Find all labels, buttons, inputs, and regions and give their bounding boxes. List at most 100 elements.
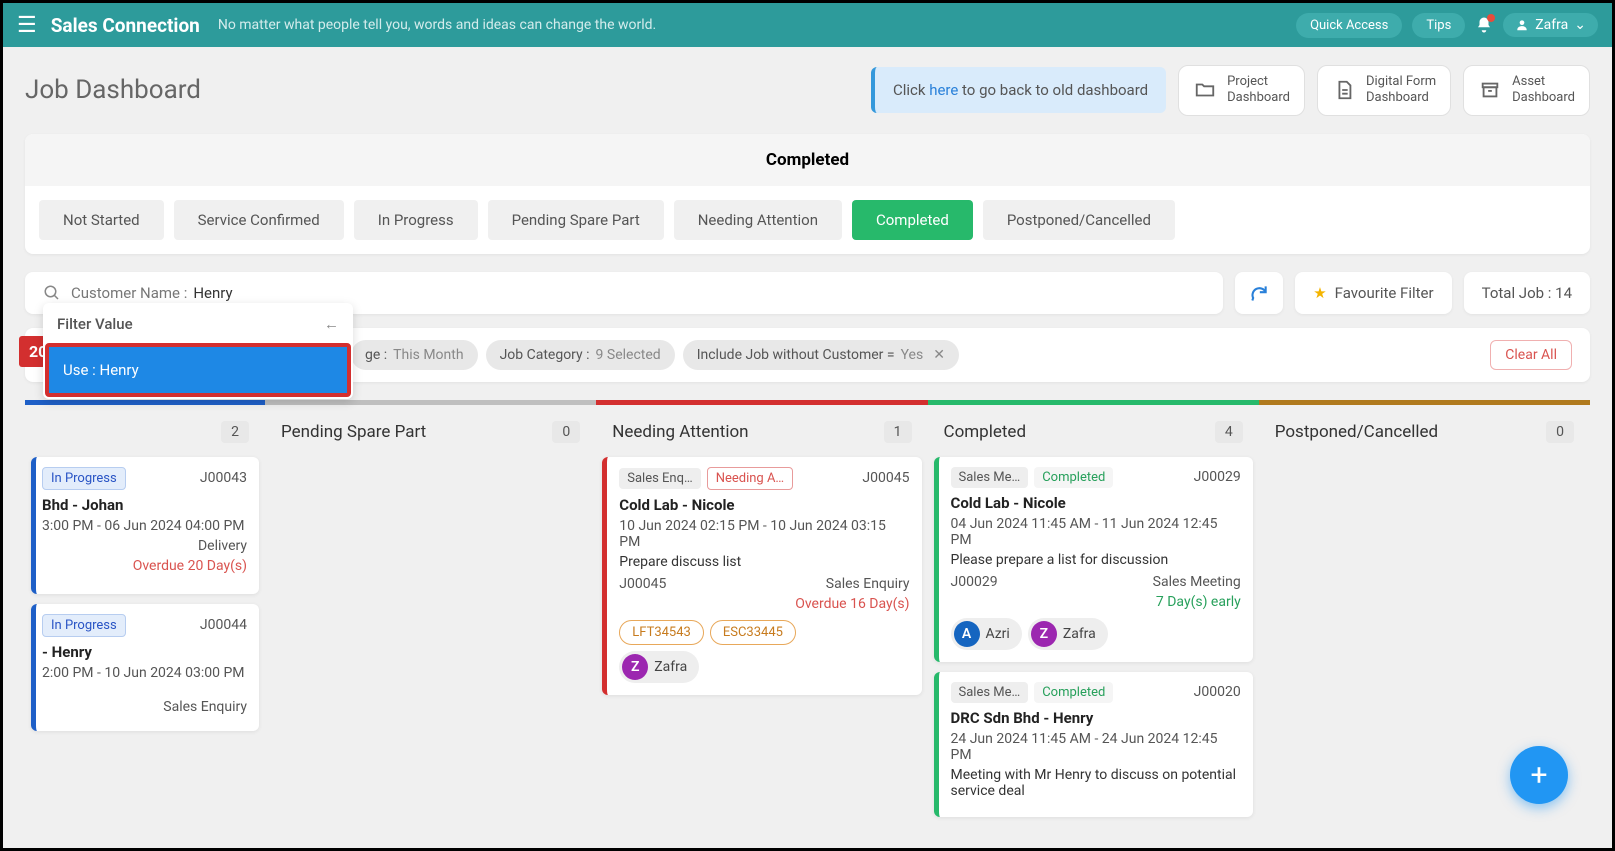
column-completed: Completed 4 Sales Me… Completed J00029 C… — [928, 400, 1259, 827]
tab-not-started[interactable]: Not Started — [39, 200, 164, 240]
column-count: 0 — [1546, 421, 1574, 443]
column-count: 1 — [884, 421, 912, 443]
arrow-left-icon[interactable]: ← — [324, 315, 339, 333]
archive-icon — [1478, 78, 1502, 102]
brand-title: Sales Connection — [51, 14, 200, 37]
assignee-chip[interactable]: ZZafra — [1028, 618, 1108, 650]
bell-icon[interactable] — [1475, 16, 1493, 34]
column-needing-attention: Needing Attention 1 Sales Enq… Needing A… — [596, 400, 927, 827]
card-title: Cold Lab - Nicole — [951, 494, 1241, 512]
column-count: 4 — [1215, 421, 1243, 443]
avatar: Z — [622, 654, 648, 680]
menu-icon[interactable]: ☰ — [17, 13, 37, 38]
page-title: Job Dashboard — [25, 75, 201, 105]
tab-pending-spare-part[interactable]: Pending Spare Part — [488, 200, 664, 240]
column-pending-spare-part: Pending Spare Part 0 — [265, 400, 596, 827]
close-icon[interactable]: ✕ — [933, 347, 945, 363]
card-desc: Meeting with Mr Henry to discuss on pote… — [951, 767, 1241, 799]
project-dashboard-button[interactable]: ProjectDashboard — [1178, 65, 1305, 116]
digital-form-dashboard-button[interactable]: Digital FormDashboard — [1317, 65, 1451, 116]
refresh-button[interactable] — [1235, 272, 1283, 314]
card-time: 24 Jun 2024 11:45 AM - 24 Jun 2024 12:45… — [951, 731, 1241, 763]
filter-dropdown-item[interactable]: Use : Henry — [49, 347, 347, 393]
tab-completed[interactable]: Completed — [852, 200, 973, 240]
search-icon — [43, 284, 61, 302]
category-tag: Sales Me… — [951, 467, 1029, 488]
column-count: 2 — [221, 421, 249, 443]
job-card[interactable]: In Progress J00044 - Henry 2:00 PM - 10 … — [31, 604, 259, 731]
status-tag: In Progress — [42, 614, 126, 637]
asset-pill[interactable]: ESC33445 — [710, 620, 796, 645]
card-title: Cold Lab - Nicole — [619, 496, 909, 514]
plus-icon: + — [1530, 758, 1547, 793]
old-dashboard-banner: Click here to go back to old dashboard — [871, 67, 1166, 113]
clear-all-button[interactable]: Clear All — [1490, 340, 1572, 370]
avatar: A — [954, 621, 980, 647]
card-desc: Please prepare a list for discussion — [951, 552, 1241, 568]
job-card[interactable]: Sales Enq… Needing A… J00045 Cold Lab - … — [602, 457, 921, 695]
job-id: J00043 — [200, 470, 247, 486]
column-title: Pending Spare Part — [281, 422, 426, 442]
card-time: 10 Jun 2024 02:15 PM - 10 Jun 2024 03:15… — [619, 518, 909, 550]
asset-dashboard-button[interactable]: AssetDashboard — [1463, 65, 1590, 116]
tab-postponed-cancelled[interactable]: Postponed/Cancelled — [983, 200, 1175, 240]
card-time: 2:00 PM - 10 Jun 2024 03:00 PM — [42, 665, 247, 681]
card-desc: Prepare discuss list — [619, 554, 909, 570]
old-dashboard-link[interactable]: here — [929, 81, 958, 99]
status-tabs: Not Started Service Confirmed In Progres… — [25, 186, 1590, 240]
category-tag: Sales Me… — [951, 682, 1029, 703]
card-status: Overdue 20 Day(s) — [42, 558, 247, 574]
card-type: Sales Meeting — [1153, 574, 1241, 590]
card-time: 3:00 PM - 06 Jun 2024 04:00 PM — [42, 518, 247, 534]
card-type: Sales Enquiry — [163, 699, 247, 715]
top-bar: ☰ Sales Connection No matter what people… — [3, 3, 1612, 47]
job-id: J00020 — [1194, 684, 1241, 700]
status-tag: Needing A… — [707, 467, 793, 490]
assignee-chip[interactable]: AAzri — [951, 618, 1022, 650]
job-card[interactable]: Sales Me… Completed J00029 Cold Lab - Ni… — [934, 457, 1253, 662]
search-value: Henry — [193, 284, 232, 302]
favourite-filter-button[interactable]: ★ Favourite Filter — [1295, 272, 1451, 314]
job-card[interactable]: In Progress J00043 Bhd - Johan 3:00 PM -… — [31, 457, 259, 594]
card-type: Sales Enquiry — [826, 576, 910, 592]
filter-chip-category[interactable]: Job Category : 9 Selected — [486, 340, 675, 370]
tab-in-progress[interactable]: In Progress — [354, 200, 478, 240]
quick-access-button[interactable]: Quick Access — [1296, 13, 1402, 38]
card-type: Delivery — [198, 538, 247, 554]
column-in-progress: 2 In Progress J00043 Bhd - Johan 3:00 PM… — [25, 400, 265, 827]
status-tag: Completed — [1034, 682, 1113, 703]
job-id: J00045 — [862, 470, 909, 486]
card-title: Bhd - Johan — [42, 496, 247, 514]
user-menu[interactable]: Zafra ⌄ — [1503, 13, 1598, 37]
job-card[interactable]: Sales Me… Completed J00020 DRC Sdn Bhd -… — [934, 672, 1253, 817]
panel-title: Completed — [25, 134, 1590, 186]
tab-service-confirmed[interactable]: Service Confirmed — [174, 200, 344, 240]
tips-button[interactable]: Tips — [1412, 13, 1465, 38]
column-title: Postponed/Cancelled — [1275, 422, 1438, 442]
card-title: DRC Sdn Bhd - Henry — [951, 709, 1241, 727]
refresh-icon — [1249, 283, 1269, 303]
avatar: Z — [1031, 621, 1057, 647]
asset-pill[interactable]: LFT34543 — [619, 620, 704, 645]
column-title: Needing Attention — [612, 422, 748, 442]
kanban-board: 2 In Progress J00043 Bhd - Johan 3:00 PM… — [25, 400, 1590, 827]
chevron-down-icon: ⌄ — [1574, 17, 1586, 33]
filter-chip-include[interactable]: Include Job without Customer = Yes✕ — [683, 340, 959, 370]
card-job2: J00045 — [619, 576, 666, 592]
filter-chip-range[interactable]: ge : This Month — [351, 340, 478, 370]
search-label: Customer Name : — [71, 284, 187, 302]
card-job2: J00029 — [951, 574, 998, 590]
add-job-fab[interactable]: + — [1510, 746, 1568, 804]
card-time: 04 Jun 2024 11:45 AM - 11 Jun 2024 12:45… — [951, 516, 1241, 548]
filter-dropdown-title: Filter Value — [57, 315, 133, 333]
card-status: Overdue 16 Day(s) — [619, 596, 909, 612]
folder-icon — [1193, 78, 1217, 102]
tab-needing-attention[interactable]: Needing Attention — [674, 200, 842, 240]
status-panel: Completed Not Started Service Confirmed … — [25, 134, 1590, 254]
user-icon — [1515, 18, 1529, 32]
status-tag: In Progress — [42, 467, 126, 490]
assignee-chip[interactable]: ZZafra — [619, 651, 699, 683]
column-count: 0 — [552, 421, 580, 443]
job-id: J00029 — [1194, 469, 1241, 485]
category-tag: Sales Enq… — [619, 468, 700, 489]
